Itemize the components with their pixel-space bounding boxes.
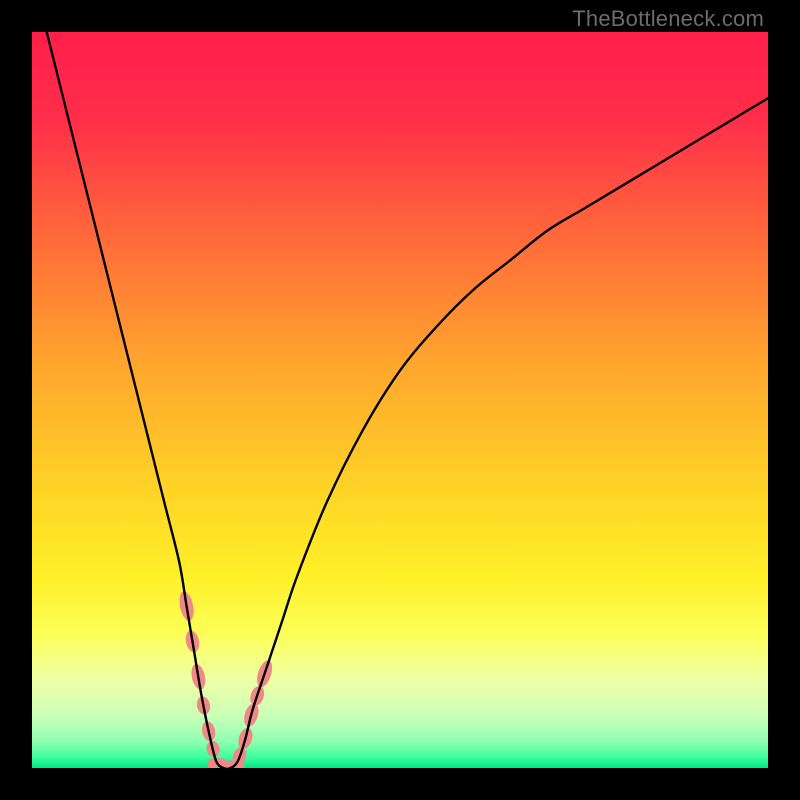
watermark-text: TheBottleneck.com [572, 6, 764, 32]
marker-dots [177, 590, 275, 768]
plot-area [32, 32, 768, 768]
chart-curves [32, 32, 768, 768]
bottleneck-curve [47, 32, 768, 768]
outer-frame: TheBottleneck.com [0, 0, 800, 800]
